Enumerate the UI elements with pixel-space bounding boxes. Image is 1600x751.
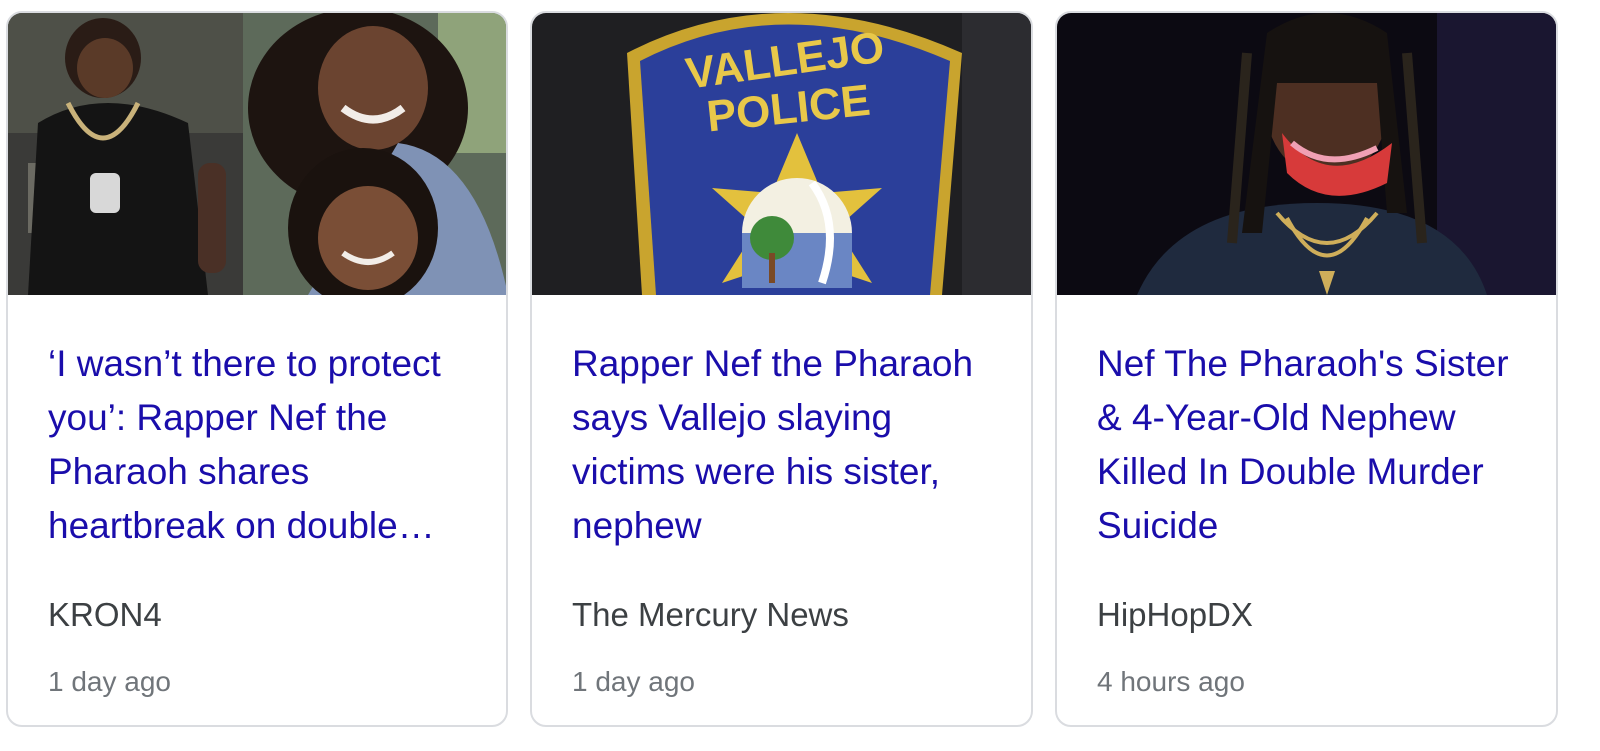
news-source: KRON4 <box>48 596 162 633</box>
news-headline-link[interactable]: Rapper Nef the Pharaoh says Vallejo slay… <box>572 337 991 553</box>
photo-rapper-mask-image <box>1057 13 1556 295</box>
news-thumbnail[interactable]: VALLEJO POLICE <box>532 13 1031 295</box>
news-carousel: ‘I wasn’t there to protect you’: Rapper … <box>6 11 1558 727</box>
news-timestamp: 4 hours ago <box>1097 666 1245 697</box>
news-timestamp: 1 day ago <box>572 666 695 697</box>
news-source: The Mercury News <box>572 596 849 633</box>
news-thumbnail[interactable] <box>8 13 506 295</box>
vallejo-police-badge-image: VALLEJO POLICE <box>532 13 1031 295</box>
news-headline-link[interactable]: ‘I wasn’t there to protect you’: Rapper … <box>48 337 466 553</box>
news-card-kron4[interactable]: ‘I wasn’t there to protect you’: Rapper … <box>6 11 508 727</box>
news-source: HipHopDX <box>1097 596 1253 633</box>
news-card-mercury-news[interactable]: VALLEJO POLICE Rapper Nef the Pharaoh sa… <box>530 11 1033 727</box>
news-thumbnail[interactable] <box>1057 13 1556 295</box>
news-card-hiphopdx[interactable]: Nef The Pharaoh's Sister & 4-Year-Old Ne… <box>1055 11 1558 727</box>
news-timestamp: 1 day ago <box>48 666 171 697</box>
photo-rapper-woman-child-image <box>8 13 506 295</box>
news-headline-link[interactable]: Nef The Pharaoh's Sister & 4-Year-Old Ne… <box>1097 337 1516 553</box>
